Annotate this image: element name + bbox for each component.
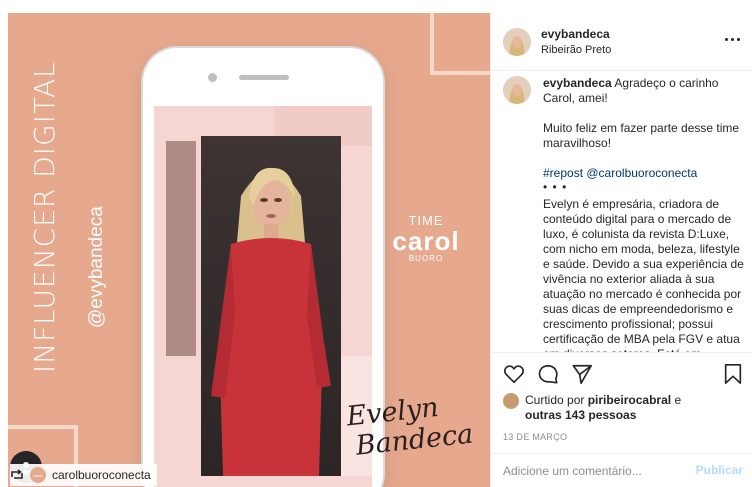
phone-speaker: [239, 75, 289, 80]
poster: INFLUENCER DIGITAL @evybandeca TIME caro…: [8, 13, 490, 487]
caption-text: evybandeca Agradeço o carinho Carol, ame…: [543, 76, 748, 352]
post-author-username[interactable]: evybandeca: [541, 27, 610, 41]
post-location[interactable]: Ribeirão Preto: [541, 44, 611, 56]
repost-mention[interactable]: @carolbuoroconecta: [586, 166, 697, 180]
comment-input[interactable]: [503, 462, 683, 480]
bookmark-icon[interactable]: [723, 363, 743, 385]
poster-vertical-title: INFLUENCER DIGITAL: [28, 61, 61, 373]
likes-others-link[interactable]: outras 143 pessoas: [525, 408, 636, 422]
liker-username[interactable]: piribeirocabral: [588, 393, 671, 407]
caption-username[interactable]: evybandeca: [543, 76, 612, 90]
avatar[interactable]: [503, 28, 531, 56]
post-image[interactable]: INFLUENCER DIGITAL @evybandeca TIME caro…: [0, 0, 490, 487]
caption-dots: • • •: [543, 180, 568, 194]
phone-camera: [208, 73, 217, 82]
post-sidebar: evybandeca Ribeirão Preto evybandeca Agr…: [490, 13, 752, 487]
publish-button[interactable]: Publicar: [696, 463, 743, 477]
liked-by: Curtido por piribeirocabral e outras 143…: [503, 393, 748, 423]
liker-avatar[interactable]: [503, 393, 519, 409]
avatar[interactable]: [503, 76, 531, 104]
tag-source-avatar: carol: [30, 467, 46, 483]
post-date[interactable]: 13 DE MARÇO: [503, 432, 567, 442]
comment-box: Publicar: [491, 453, 752, 487]
caption-body: Evelyn é empresária, criadora de conteúd…: [543, 197, 744, 352]
phone-screen: [154, 106, 372, 487]
share-icon[interactable]: [571, 363, 593, 385]
comment-icon[interactable]: [537, 363, 559, 385]
caption-area: evybandeca Agradeço o carinho Carol, ame…: [491, 72, 752, 352]
portrait-photo: [201, 136, 341, 476]
heart-icon[interactable]: [503, 363, 525, 385]
poster-vertical-handle: @evybandeca: [86, 206, 107, 328]
screen-decor-block: [166, 141, 196, 356]
more-options-icon[interactable]: [725, 32, 743, 46]
tag-username[interactable]: carolbuoroconecta: [52, 468, 151, 482]
post-header: evybandeca Ribeirão Preto: [491, 13, 752, 71]
caption-line: Muito feliz em fazer parte desse time ma…: [543, 121, 740, 150]
carol-buoro-brand: TIME carol BUORO: [392, 213, 460, 263]
repost-hashtag[interactable]: #repost: [543, 166, 583, 180]
portrait-illustration: [211, 167, 331, 476]
repost-icon: [11, 469, 23, 479]
image-source-tag[interactable]: carol carolbuoroconecta: [10, 464, 157, 486]
signature: Evelyn Bandeca: [345, 391, 475, 462]
decorative-frame: [430, 13, 490, 75]
